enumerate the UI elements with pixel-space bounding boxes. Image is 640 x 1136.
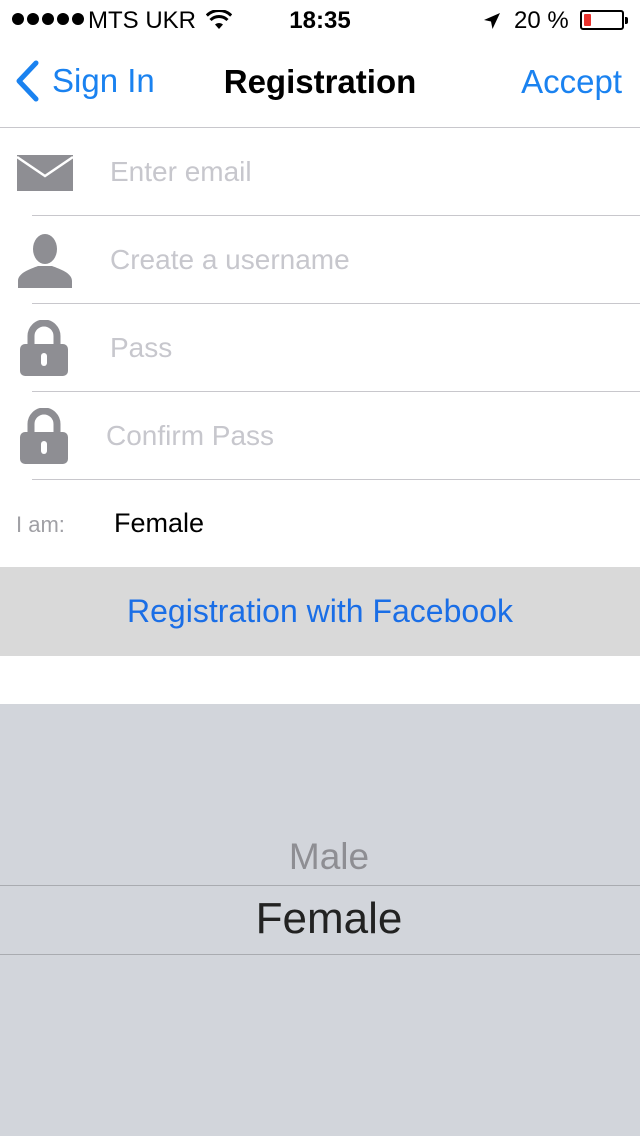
lock-icon xyxy=(20,319,68,381)
gender-row: I am: Female xyxy=(0,480,640,567)
facebook-registration-button[interactable]: Registration with Facebook xyxy=(0,567,640,656)
picker-option-female-selected[interactable]: Female xyxy=(0,894,640,944)
picker-selection-line-top xyxy=(0,885,640,886)
envelope-icon xyxy=(16,154,74,197)
gender-value-field[interactable]: Female xyxy=(114,508,204,539)
confirm-password-field[interactable] xyxy=(106,414,606,458)
battery-percentage: 20 % xyxy=(514,7,569,34)
password-row xyxy=(0,304,640,392)
username-field[interactable] xyxy=(110,238,610,282)
confirm-password-row xyxy=(0,392,640,480)
picker-selection-line-bottom xyxy=(0,954,640,955)
picker-option-male[interactable]: Male xyxy=(0,836,640,878)
email-field[interactable] xyxy=(110,150,610,194)
location-arrow-icon xyxy=(482,10,502,38)
lock-icon xyxy=(20,407,68,469)
gender-picker[interactable]: Male Female xyxy=(0,704,640,1136)
facebook-registration-label: Registration with Facebook xyxy=(127,593,513,629)
gender-label: I am: xyxy=(16,512,65,537)
navigation-bar: Sign In Registration Accept xyxy=(0,40,640,128)
user-icon xyxy=(16,234,74,293)
accept-button[interactable]: Accept xyxy=(521,63,622,101)
password-field[interactable] xyxy=(110,326,610,370)
username-row xyxy=(0,216,640,304)
registration-screen: MTS UKR 18:35 20 % Sign In Registration … xyxy=(0,0,640,1136)
battery-level-fill xyxy=(584,14,591,26)
email-row xyxy=(0,128,640,216)
battery-icon xyxy=(580,10,628,30)
status-bar: MTS UKR 18:35 20 % xyxy=(0,0,640,40)
